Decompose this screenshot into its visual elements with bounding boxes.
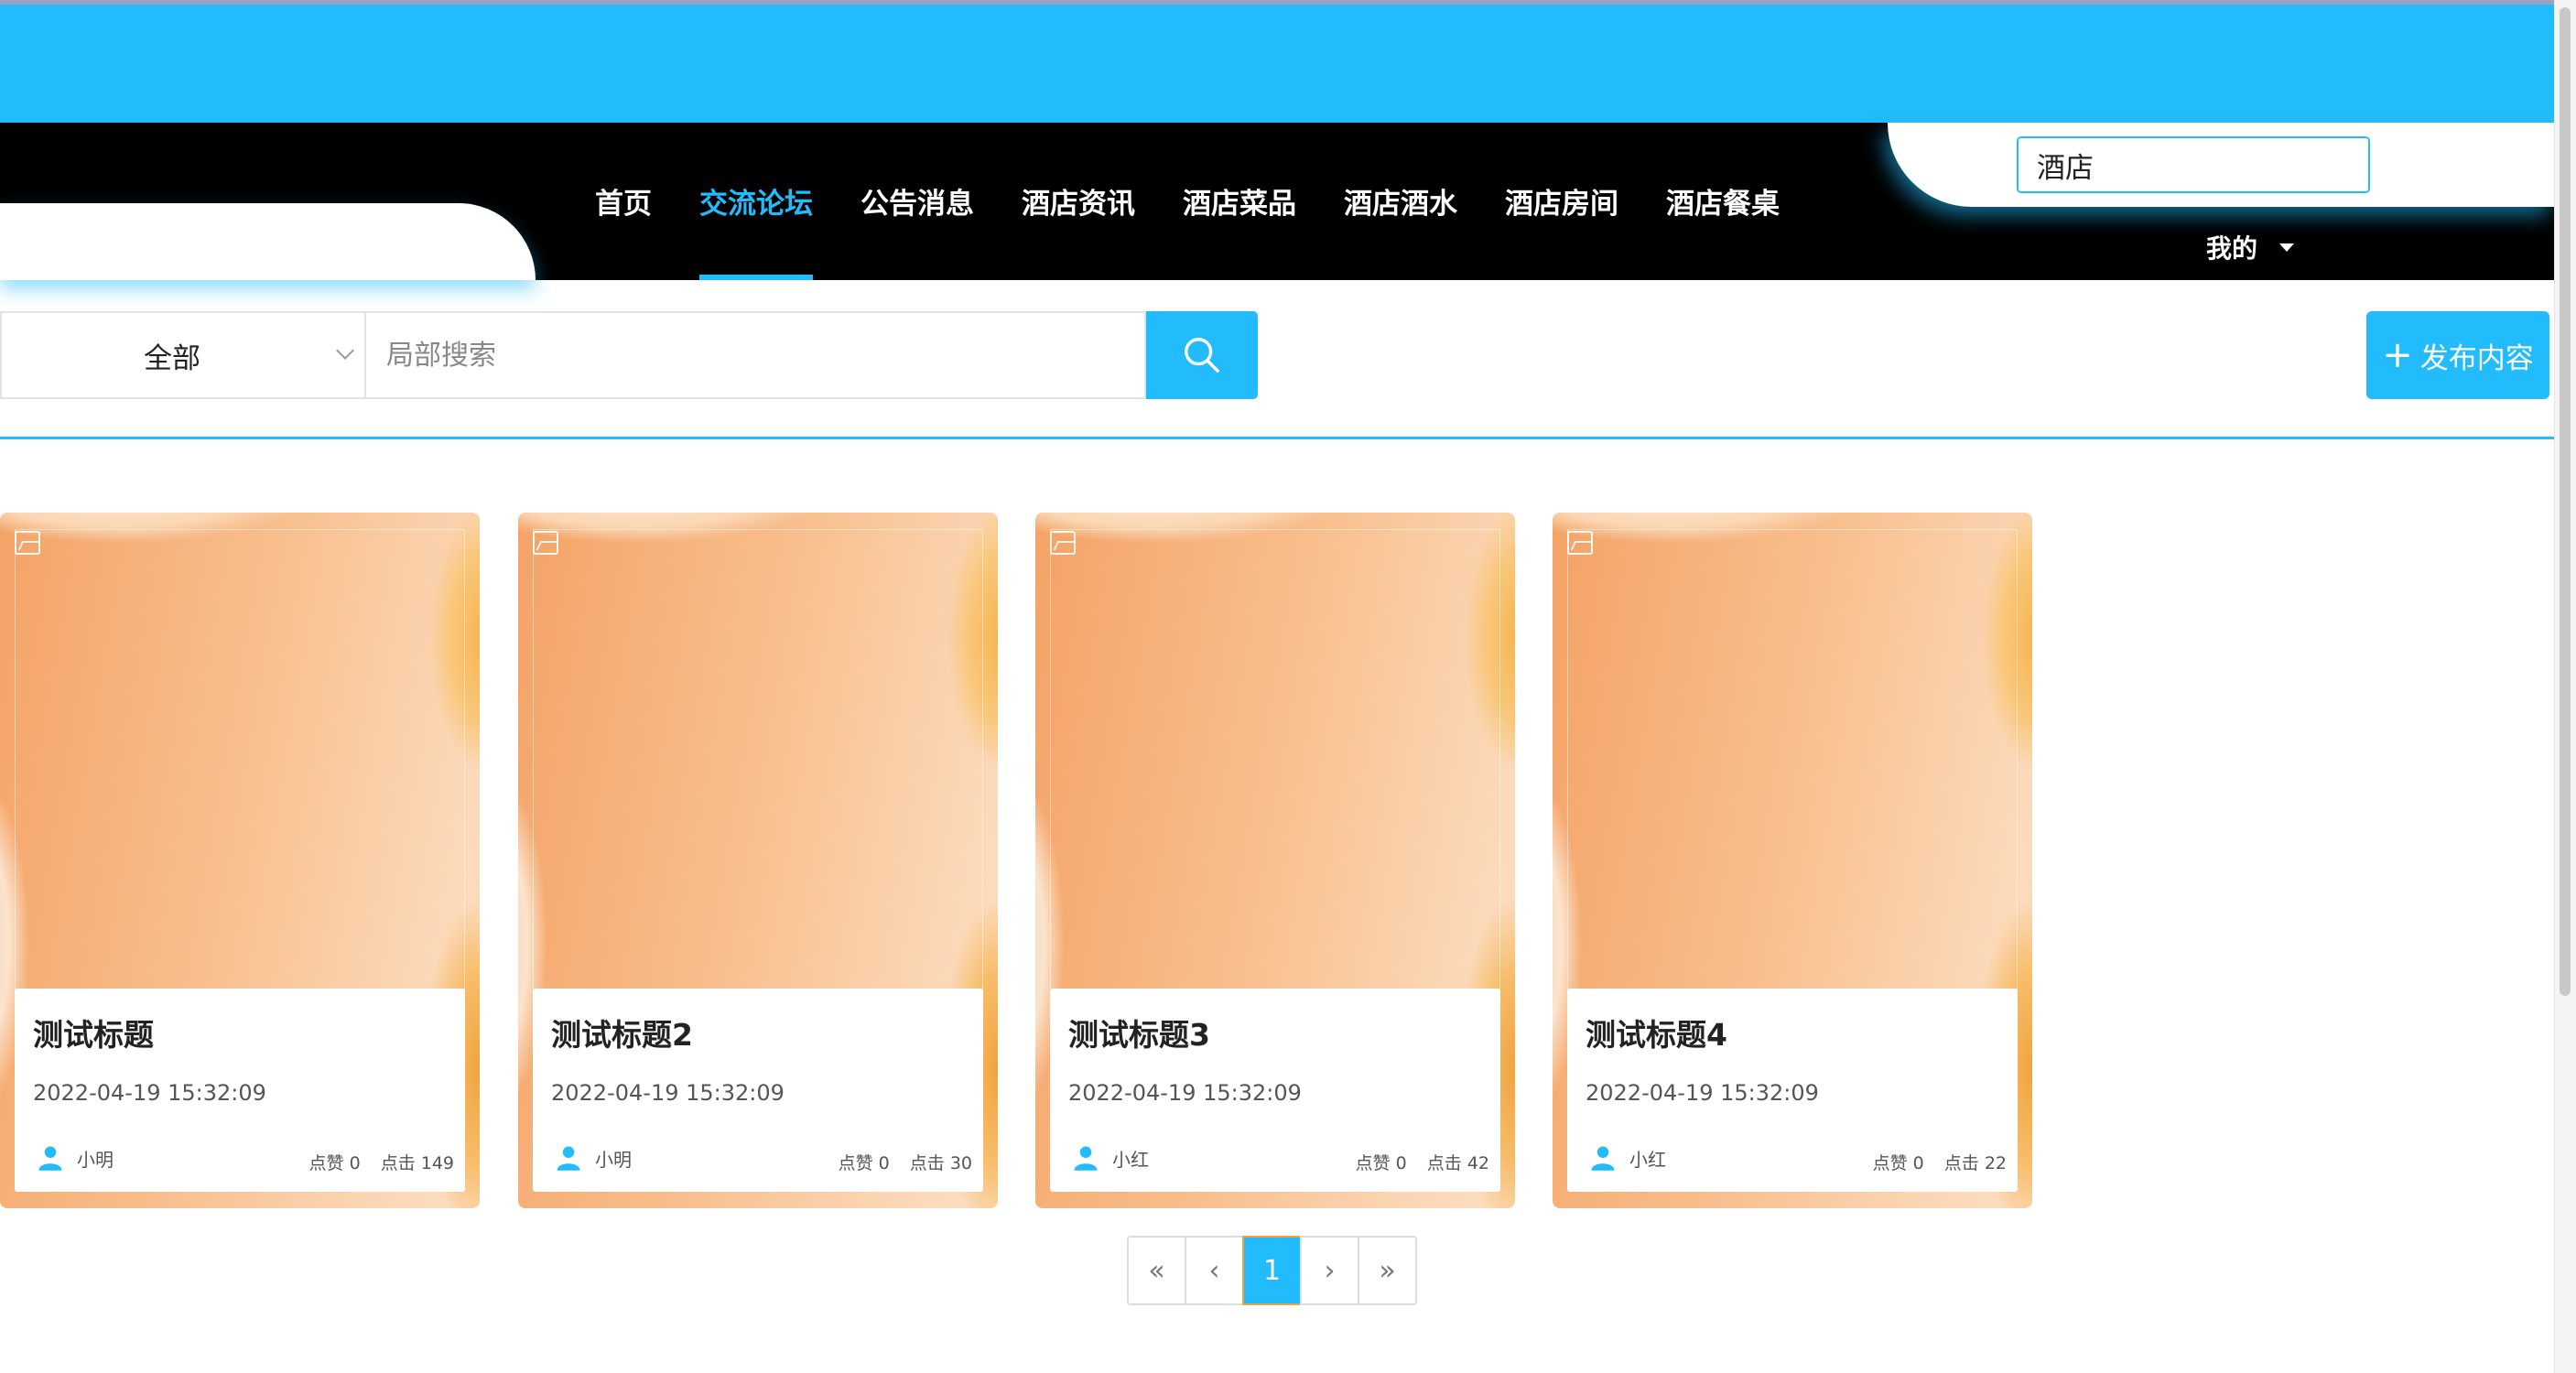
my-account-menu[interactable]: 我的 xyxy=(2206,229,2295,265)
post-info: 测试标题3 2022-04-19 15:32:09 小红 点赞 0 点击 42 xyxy=(1050,989,1500,1192)
nav-left-decoration xyxy=(0,203,536,280)
post-stats: 点赞 0 点击 22 xyxy=(1873,1150,2007,1174)
search-icon xyxy=(1185,338,1219,373)
post-date: 2022-04-19 15:32:09 xyxy=(551,1080,785,1106)
nav-item-hotel-tables[interactable]: 酒店餐桌 xyxy=(1666,172,1780,236)
post-card[interactable]: 测试标题3 2022-04-19 15:32:09 小红 点赞 0 点击 42 xyxy=(1035,513,1515,1208)
image-placeholder-icon xyxy=(533,531,558,555)
post-stats: 点赞 0 点击 42 xyxy=(1356,1150,1489,1174)
category-select[interactable]: 全部 xyxy=(0,311,366,399)
header-banner xyxy=(0,5,2554,124)
post-info: 测试标题2 2022-04-19 15:32:09 小明 点赞 0 点击 30 xyxy=(533,989,983,1192)
post-title[interactable]: 测试标题2 xyxy=(551,1011,693,1054)
nav-item-hotel-drinks[interactable]: 酒店酒水 xyxy=(1344,172,1457,236)
post-info: 测试标题 2022-04-19 15:32:09 小明 点赞 0 点击 149 xyxy=(15,989,465,1192)
post-thumbnail xyxy=(1050,529,1500,1007)
post-clicks: 点击 22 xyxy=(1943,1153,2007,1173)
post-thumbnail xyxy=(533,529,983,1007)
chevron-down-icon xyxy=(336,341,354,360)
post-title[interactable]: 测试标题4 xyxy=(1586,1011,1727,1054)
caret-down-icon xyxy=(2279,243,2295,252)
pagination-prev[interactable]: ‹ xyxy=(1185,1236,1244,1305)
main-nav: 首页 交流论坛 公告消息 酒店资讯 酒店菜品 酒店酒水 酒店房间 酒店餐桌 xyxy=(595,172,1827,280)
pagination-last[interactable]: » xyxy=(1358,1236,1417,1305)
post-thumbnail xyxy=(1567,529,2018,1007)
post-author-name: 小红 xyxy=(1112,1148,1149,1171)
my-account-label: 我的 xyxy=(2206,233,2258,264)
post-stats: 点赞 0 点击 30 xyxy=(839,1150,972,1174)
nav-item-home[interactable]: 首页 xyxy=(595,172,652,236)
post-date: 2022-04-19 15:32:09 xyxy=(1068,1080,1302,1106)
filter-bar: 全部 xyxy=(0,311,1258,399)
post-date: 2022-04-19 15:32:09 xyxy=(33,1080,266,1106)
nav-item-announcements[interactable]: 公告消息 xyxy=(860,172,974,236)
post-clicks: 点击 42 xyxy=(1426,1153,1489,1173)
image-placeholder-icon xyxy=(1050,531,1076,555)
pagination-page-current[interactable]: 1 xyxy=(1242,1236,1302,1305)
post-author: 小明 xyxy=(555,1144,632,1172)
user-icon xyxy=(1074,1146,1098,1171)
post-title[interactable]: 测试标题 xyxy=(33,1011,154,1054)
post-stats: 点赞 0 点击 149 xyxy=(309,1150,454,1174)
post-clicks: 点击 149 xyxy=(380,1153,454,1173)
image-placeholder-icon xyxy=(1567,531,1593,555)
post-likes: 点赞 0 xyxy=(1355,1153,1407,1173)
pagination: « ‹ 1 › » xyxy=(1127,1236,1417,1305)
pagination-next[interactable]: › xyxy=(1300,1236,1359,1305)
post-card[interactable]: 测试标题4 2022-04-19 15:32:09 小红 点赞 0 点击 22 xyxy=(1553,513,2032,1208)
post-clicks: 点击 30 xyxy=(909,1153,972,1173)
publish-button[interactable]: + 发布内容 xyxy=(2366,311,2549,399)
post-author-name: 小红 xyxy=(1629,1148,1666,1171)
post-author-name: 小明 xyxy=(595,1148,632,1171)
post-author: 小红 xyxy=(1072,1144,1149,1172)
nav-item-forum[interactable]: 交流论坛 xyxy=(699,172,813,280)
user-icon xyxy=(38,1146,62,1171)
nav-item-hotel-dishes[interactable]: 酒店菜品 xyxy=(1183,172,1296,236)
post-author: 小红 xyxy=(1589,1144,1666,1172)
post-title[interactable]: 测试标题3 xyxy=(1068,1011,1210,1054)
post-card[interactable]: 测试标题2 2022-04-19 15:32:09 小明 点赞 0 点击 30 xyxy=(518,513,998,1208)
nav-item-hotel-news[interactable]: 酒店资讯 xyxy=(1022,172,1135,236)
user-icon xyxy=(1591,1146,1615,1171)
post-date: 2022-04-19 15:32:09 xyxy=(1586,1080,1819,1106)
category-selected-value: 全部 xyxy=(144,341,200,375)
image-placeholder-icon xyxy=(15,531,40,555)
global-search-input[interactable] xyxy=(2019,138,2368,191)
post-likes: 点赞 0 xyxy=(1872,1153,1924,1173)
local-search-input[interactable] xyxy=(366,311,1146,399)
global-search xyxy=(2017,136,2370,193)
post-card[interactable]: 测试标题 2022-04-19 15:32:09 小明 点赞 0 点击 149 xyxy=(0,513,480,1208)
section-divider xyxy=(0,437,2554,439)
post-likes: 点赞 0 xyxy=(838,1153,890,1173)
post-info: 测试标题4 2022-04-19 15:32:09 小红 点赞 0 点击 22 xyxy=(1567,989,2018,1192)
pagination-first[interactable]: « xyxy=(1127,1236,1186,1305)
nav-item-hotel-rooms[interactable]: 酒店房间 xyxy=(1505,172,1618,236)
post-author-name: 小明 xyxy=(77,1148,114,1171)
post-likes: 点赞 0 xyxy=(308,1153,361,1173)
plus-icon: + xyxy=(2382,334,2413,376)
post-thumbnail xyxy=(15,529,465,1007)
post-author: 小明 xyxy=(37,1144,114,1172)
scrollbar-thumb[interactable] xyxy=(2560,7,2571,996)
local-search-button[interactable] xyxy=(1146,311,1258,399)
publish-label: 发布内容 xyxy=(2419,341,2534,375)
user-icon xyxy=(557,1146,580,1171)
